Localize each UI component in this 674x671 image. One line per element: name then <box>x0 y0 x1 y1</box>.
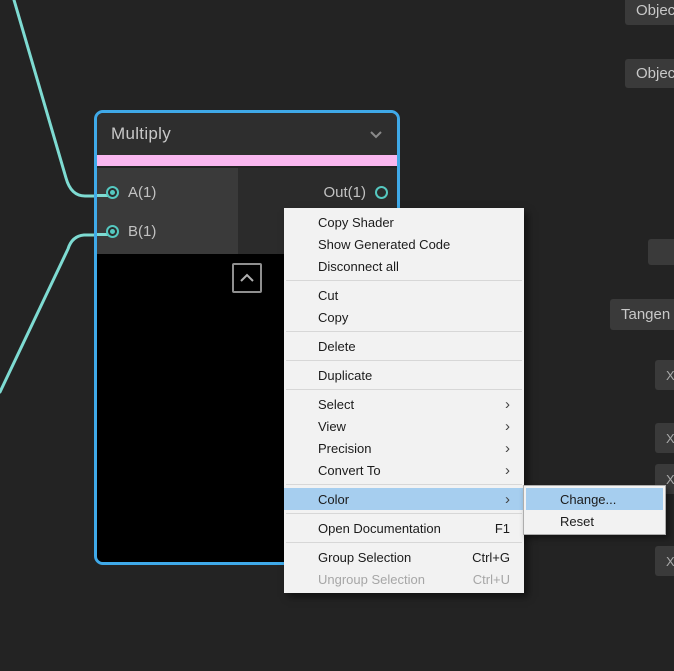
cutoff-field[interactable] <box>648 239 674 265</box>
menu-item-convert-to[interactable]: Convert To › <box>284 459 524 481</box>
menu-item-color[interactable]: Color › <box>284 488 524 510</box>
submenu-arrow-icon: › <box>505 441 510 456</box>
output-port-out: Out(1) <box>314 184 388 201</box>
node-category-strip <box>97 155 397 166</box>
menu-item-precision[interactable]: Precision › <box>284 437 524 459</box>
x-input-field[interactable]: X <box>655 360 674 390</box>
menu-item-delete[interactable]: Delete <box>284 335 524 357</box>
menu-item-cut[interactable]: Cut <box>284 284 524 306</box>
tangent-dropdown[interactable]: Tangen <box>610 299 674 330</box>
x-field-label: X <box>666 472 674 487</box>
submenu-item-reset[interactable]: Reset <box>526 510 663 532</box>
port-b-connector[interactable] <box>106 225 119 238</box>
menu-item-view[interactable]: View › <box>284 415 524 437</box>
port-out-connector[interactable] <box>375 186 388 199</box>
x-input-field[interactable]: X <box>655 546 674 576</box>
menu-item-select[interactable]: Select › <box>284 393 524 415</box>
menu-separator <box>286 360 522 361</box>
tangent-label: Tangen <box>621 306 670 323</box>
port-a-label: A(1) <box>128 184 156 201</box>
object-space-dropdown[interactable]: Objec <box>625 0 674 25</box>
menu-item-ungroup-selection[interactable]: Ungroup Selection Ctrl+U <box>284 568 524 590</box>
menu-separator <box>286 280 522 281</box>
menu-separator <box>286 513 522 514</box>
object-space-label: Objec <box>636 2 674 19</box>
menu-item-group-selection[interactable]: Group Selection Ctrl+G <box>284 546 524 568</box>
input-port-a: A(1) <box>106 184 165 201</box>
wire-to-port-a[interactable] <box>14 0 96 196</box>
object-space-dropdown[interactable]: Objec <box>625 59 674 88</box>
x-field-label: X <box>666 554 674 569</box>
submenu-arrow-icon: › <box>505 492 510 507</box>
menu-separator <box>286 484 522 485</box>
port-out-label: Out(1) <box>323 184 366 201</box>
shortcut-label: F1 <box>495 521 510 536</box>
chevron-up-icon <box>239 273 255 283</box>
menu-item-copy[interactable]: Copy <box>284 306 524 328</box>
color-submenu: Change... Reset <box>523 485 666 535</box>
port-b-label: B(1) <box>128 223 156 240</box>
wire-to-port-b[interactable] <box>0 235 96 392</box>
context-menu: Copy Shader Show Generated Code Disconne… <box>284 208 524 593</box>
submenu-item-change[interactable]: Change... <box>526 488 663 510</box>
menu-separator <box>286 389 522 390</box>
x-input-field[interactable]: X <box>655 423 674 453</box>
menu-separator <box>286 331 522 332</box>
submenu-arrow-icon: › <box>505 463 510 478</box>
menu-item-duplicate[interactable]: Duplicate <box>284 364 524 386</box>
menu-item-copy-shader[interactable]: Copy Shader <box>284 211 524 233</box>
node-title: Multiply <box>111 124 171 144</box>
input-panel <box>97 168 238 254</box>
shortcut-label: Ctrl+U <box>473 572 510 587</box>
menu-item-disconnect-all[interactable]: Disconnect all <box>284 255 524 277</box>
menu-separator <box>286 542 522 543</box>
menu-item-show-generated-code[interactable]: Show Generated Code <box>284 233 524 255</box>
graph-canvas: Multiply A(1) B(1) Out(1) <box>0 0 674 671</box>
node-title-bar[interactable]: Multiply <box>97 113 397 155</box>
shortcut-label: Ctrl+G <box>472 550 510 565</box>
submenu-arrow-icon: › <box>505 419 510 434</box>
x-field-label: X <box>666 368 674 383</box>
input-port-b: B(1) <box>106 223 165 240</box>
port-a-connector[interactable] <box>106 186 119 199</box>
chevron-down-icon[interactable] <box>369 130 383 139</box>
submenu-arrow-icon: › <box>505 397 510 412</box>
menu-item-open-documentation[interactable]: Open Documentation F1 <box>284 517 524 539</box>
x-field-label: X <box>666 431 674 446</box>
object-space-label: Objec <box>636 65 674 82</box>
preview-collapse-button[interactable] <box>232 263 262 293</box>
